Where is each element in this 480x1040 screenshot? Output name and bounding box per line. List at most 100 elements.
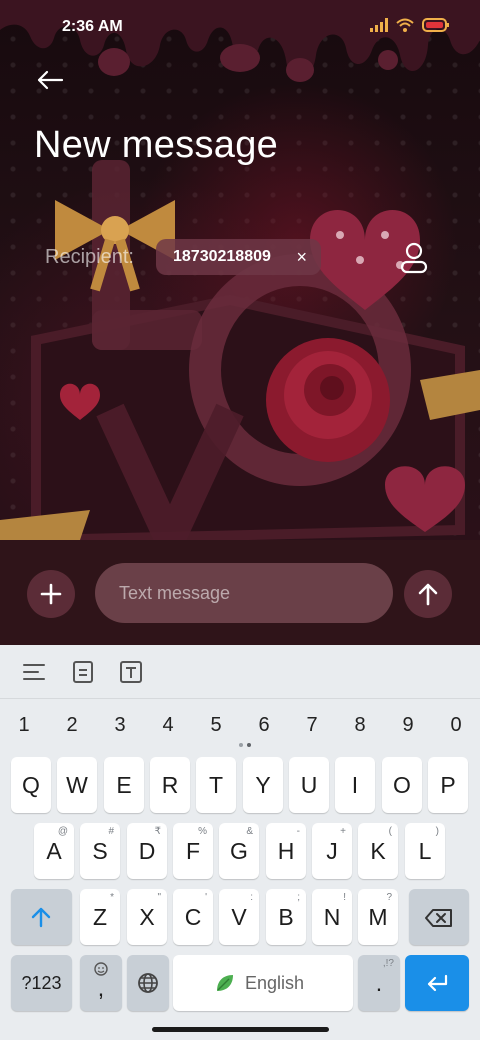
key-alt-label: ? bbox=[386, 892, 392, 903]
back-button[interactable] bbox=[32, 64, 68, 96]
key-x[interactable]: " X bbox=[127, 889, 167, 945]
remove-recipient-button[interactable]: × bbox=[296, 247, 307, 267]
space-key-label: English bbox=[245, 973, 305, 993]
shift-key[interactable] bbox=[11, 889, 72, 945]
key-e[interactable]: E bbox=[104, 757, 144, 813]
key-o[interactable]: O bbox=[382, 757, 422, 813]
wifi-icon bbox=[396, 18, 414, 32]
backspace-key[interactable] bbox=[409, 889, 469, 945]
key-i[interactable]: I bbox=[335, 757, 375, 813]
key-label: R bbox=[161, 772, 179, 798]
key-h[interactable]: -H bbox=[266, 823, 306, 879]
page-title: New message bbox=[34, 124, 279, 166]
key-label: X bbox=[139, 904, 155, 930]
globe-icon bbox=[138, 973, 158, 993]
key-alt-label: ' bbox=[205, 892, 207, 903]
attach-button[interactable] bbox=[27, 570, 75, 618]
key-8[interactable]: 8 bbox=[340, 705, 380, 745]
gesture-nav-bar[interactable] bbox=[152, 1027, 329, 1032]
key-c[interactable]: ' C bbox=[173, 889, 213, 945]
shift-arrow-icon bbox=[31, 907, 51, 928]
key-2[interactable]: 2 bbox=[52, 705, 92, 745]
key-z[interactable]: * Z bbox=[80, 889, 120, 945]
key-label: V bbox=[231, 904, 247, 930]
key-5[interactable]: 5 bbox=[196, 705, 236, 745]
key-alt-label: + bbox=[340, 826, 346, 837]
leaf-icon bbox=[217, 975, 233, 991]
key-1[interactable]: 1 bbox=[4, 705, 44, 745]
key-b[interactable]: ; B bbox=[266, 889, 306, 945]
key-alt-label: ! bbox=[343, 892, 346, 903]
key-9[interactable]: 9 bbox=[388, 705, 428, 745]
key-w[interactable]: W bbox=[57, 757, 97, 813]
comma-emoji-key[interactable]: , bbox=[80, 955, 122, 1011]
key-u[interactable]: U bbox=[289, 757, 329, 813]
key-label: K bbox=[370, 838, 386, 864]
key-alt-label: ) bbox=[435, 826, 439, 837]
key-alt-label: - bbox=[296, 826, 300, 837]
key-label: F bbox=[185, 838, 201, 864]
key-j[interactable]: + J bbox=[312, 823, 352, 879]
key-d[interactable]: ₹ D bbox=[127, 823, 167, 879]
key-l[interactable]: ) L bbox=[405, 823, 445, 879]
menu-icon[interactable] bbox=[21, 659, 47, 685]
key-s[interactable]: # S bbox=[80, 823, 120, 879]
battery-icon bbox=[422, 18, 449, 32]
key-alt-label: ; bbox=[297, 892, 300, 903]
key-label: N bbox=[323, 904, 341, 930]
key-k[interactable]: (K bbox=[358, 823, 398, 879]
symbols-key[interactable]: ?123 bbox=[11, 955, 72, 1011]
comma-label: , bbox=[97, 975, 105, 1001]
key-label: D bbox=[138, 838, 156, 864]
key-label: E bbox=[116, 772, 132, 798]
period-alt-label: ,!? bbox=[382, 958, 394, 969]
key-alt-label: @ bbox=[57, 826, 68, 837]
key-n[interactable]: ! N bbox=[312, 889, 352, 945]
key-q[interactable]: Q bbox=[11, 757, 51, 813]
enter-key[interactable] bbox=[405, 955, 469, 1011]
key-alt-label: % bbox=[198, 826, 207, 837]
key-a[interactable]: @ A bbox=[34, 823, 74, 879]
add-contact-button[interactable] bbox=[398, 240, 430, 274]
key-6[interactable]: 6 bbox=[244, 705, 284, 745]
recipient-chip[interactable]: 18730218809 × bbox=[156, 239, 321, 275]
plus-icon bbox=[40, 583, 62, 605]
key-label: T bbox=[208, 772, 224, 798]
key-r[interactable]: R bbox=[150, 757, 190, 813]
number-row: 1 2 3 4 5 6 7 8 9 0 bbox=[0, 705, 480, 745]
text-style-icon[interactable] bbox=[118, 659, 144, 685]
key-y[interactable]: Y bbox=[243, 757, 283, 813]
key-label: U bbox=[300, 772, 318, 798]
language-key[interactable] bbox=[127, 955, 169, 1011]
key-alt-label: : bbox=[250, 892, 253, 903]
period-label: . bbox=[375, 970, 383, 996]
key-label: L bbox=[418, 838, 432, 864]
key-m[interactable]: ? M bbox=[358, 889, 398, 945]
key-label: S bbox=[92, 838, 108, 864]
key-label: O bbox=[393, 772, 411, 798]
recipient-number: 18730218809 bbox=[173, 248, 271, 265]
message-input[interactable]: Text message bbox=[95, 563, 393, 623]
key-f[interactable]: % F bbox=[173, 823, 213, 879]
key-t[interactable]: T bbox=[196, 757, 236, 813]
key-alt-label: # bbox=[108, 826, 114, 837]
clipboard-icon[interactable] bbox=[70, 659, 96, 685]
period-key[interactable]: ,!? . bbox=[358, 955, 400, 1011]
key-3[interactable]: 3 bbox=[100, 705, 140, 745]
arrow-left-icon bbox=[37, 70, 64, 90]
key-7[interactable]: 7 bbox=[292, 705, 332, 745]
key-v[interactable]: :V bbox=[219, 889, 259, 945]
key-p[interactable]: P bbox=[428, 757, 468, 813]
key-4[interactable]: 4 bbox=[148, 705, 188, 745]
key-alt-label: & bbox=[246, 826, 253, 837]
key-label: A bbox=[46, 838, 62, 864]
key-label: Y bbox=[255, 772, 271, 798]
key-g[interactable]: & G bbox=[219, 823, 259, 879]
key-0[interactable]: 0 bbox=[436, 705, 476, 745]
space-key[interactable]: English bbox=[173, 955, 353, 1011]
send-button[interactable] bbox=[404, 570, 452, 618]
keyboard-toolbar bbox=[0, 645, 480, 699]
key-label: I bbox=[351, 772, 359, 798]
status-icons bbox=[370, 18, 450, 32]
message-composer: Text message bbox=[0, 540, 480, 645]
